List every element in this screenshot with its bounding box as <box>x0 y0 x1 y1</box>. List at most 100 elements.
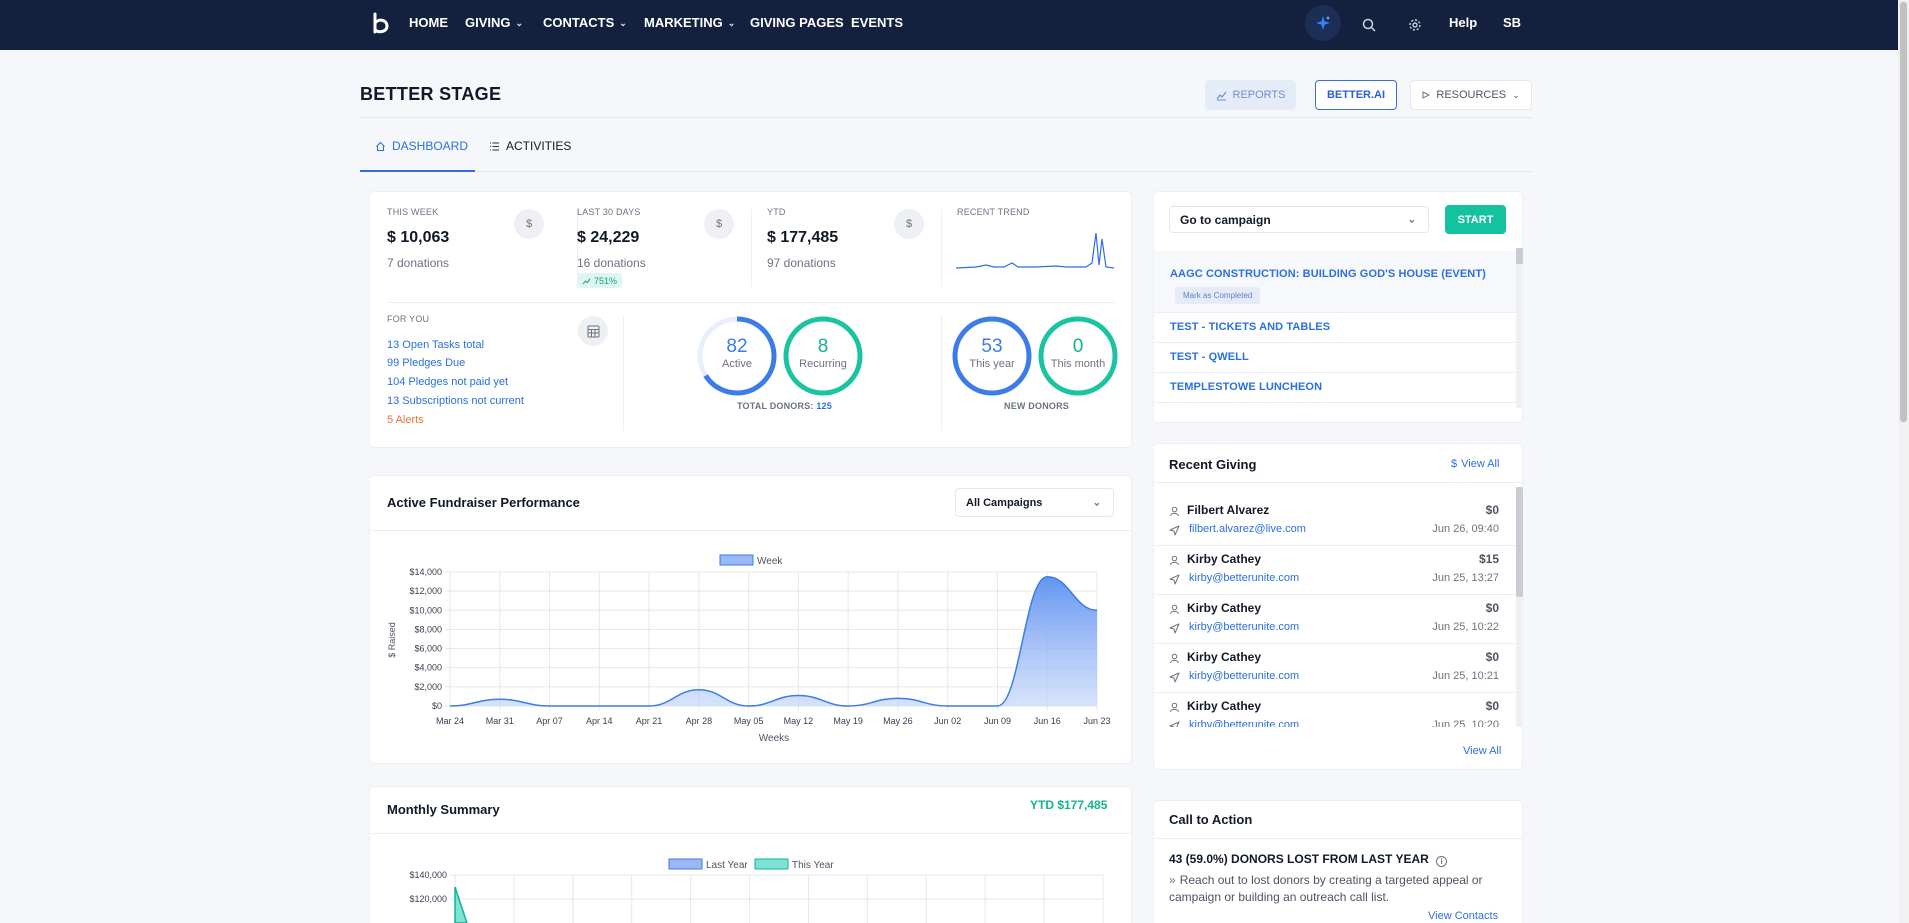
cta-headline-text: 43 (59.0%) DONORS LOST FROM LAST YEAR <box>1169 852 1429 866</box>
y-tick-label: $140,000 <box>409 870 447 880</box>
view-all-bottom-link[interactable]: View All <box>1463 745 1501 757</box>
send-icon <box>1169 623 1180 634</box>
y-tick-label: $14,000 <box>409 567 442 577</box>
chart-grid <box>445 571 1098 711</box>
x-tick-label: Mar 24 <box>436 716 464 726</box>
call-to-action-title: Call to Action <box>1169 812 1253 827</box>
donor-email[interactable]: kirby@betterunite.com <box>1189 670 1299 682</box>
x-tick-label: Apr 07 <box>536 716 563 726</box>
week-data-point[interactable] <box>598 705 600 707</box>
week-data-point[interactable] <box>648 705 650 707</box>
x-axis-ticks: Mar 24 Mar 31 Apr 07 Apr 14 Apr 21 Apr 28 May … <box>436 716 1111 726</box>
send-icon <box>1169 574 1180 585</box>
week-data-point[interactable] <box>797 694 799 696</box>
monthly-divider <box>370 833 1131 834</box>
gift-date: Jun 25, 13:27 <box>1432 572 1499 584</box>
donor-email[interactable]: kirby@betterunite.com <box>1189 572 1299 584</box>
giving-list-scrollbar[interactable] <box>1516 487 1523 727</box>
y-tick-label: $0 <box>432 701 442 711</box>
user-icon <box>1170 702 1179 713</box>
x-tick-label: Apr 28 <box>686 716 713 726</box>
legend-last-year-label: Last Year <box>706 860 748 871</box>
donor-name[interactable]: Filbert Alvarez <box>1187 503 1269 517</box>
x-tick-label: Jun 16 <box>1034 716 1061 726</box>
y-tick-label: $4,000 <box>414 663 442 673</box>
user-icon <box>1170 555 1179 566</box>
performance-divider <box>370 530 1131 531</box>
this-year-series-area[interactable] <box>454 886 468 923</box>
legend-week-label: Week <box>757 556 783 567</box>
donor-name[interactable]: Kirby Cathey <box>1187 552 1261 566</box>
giving-list-scrollbar-thumb[interactable] <box>1516 487 1523 597</box>
y-axis-title: $ Raised <box>387 622 397 658</box>
user-icon <box>1170 604 1179 615</box>
y-tick-label: $6,000 <box>414 644 442 654</box>
x-tick-label: May 12 <box>784 716 814 726</box>
week-data-point[interactable] <box>548 705 550 707</box>
week-data-point[interactable] <box>499 698 501 700</box>
gift-amount: $15 <box>1478 552 1499 566</box>
user-icon <box>1170 506 1179 517</box>
monthly-chart-grid: $140,000 $120,000 <box>409 870 1104 923</box>
week-data-point[interactable] <box>449 705 451 707</box>
week-data-point[interactable] <box>996 705 998 707</box>
x-tick-label: May 26 <box>883 716 913 726</box>
week-data-point[interactable] <box>747 705 749 707</box>
y-tick-label: $120,000 <box>409 894 447 904</box>
gift-amount: $0 <box>1485 650 1499 664</box>
monthly-ytd-total: YTD $177,485 <box>1030 798 1108 812</box>
campaign-filter-select[interactable]: All Campaigns ⌄ <box>955 488 1114 517</box>
chevron-down-icon: ⌄ <box>1092 497 1101 508</box>
week-data-point[interactable] <box>1046 576 1048 578</box>
week-data-point[interactable] <box>946 705 948 707</box>
y-tick-label: $8,000 <box>414 624 442 634</box>
monthly-chart: Last Year This Year $140,000 $120,000 <box>409 858 1104 923</box>
x-tick-label: May 19 <box>833 716 863 726</box>
cta-body: » Reach out to lost donors by creating a … <box>1169 872 1514 906</box>
legend-this-year-swatch[interactable] <box>754 858 789 870</box>
legend-this-year-label: This Year <box>792 860 834 871</box>
week-data-point[interactable] <box>847 705 849 707</box>
week-data-point[interactable] <box>897 697 899 699</box>
view-contacts-link[interactable]: View Contacts <box>1428 910 1498 922</box>
legend-week-swatch[interactable] <box>719 554 754 566</box>
legend-last-year-swatch[interactable] <box>668 858 703 870</box>
double-chevron-icon: » <box>1169 873 1176 887</box>
cta-divider <box>1154 838 1522 839</box>
donor-email[interactable]: kirby@betterunite.com <box>1189 719 1299 727</box>
x-tick-label: Apr 14 <box>586 716 613 726</box>
week-data-point[interactable] <box>1096 609 1098 611</box>
send-icon <box>1169 721 1180 727</box>
gift-amount: $0 <box>1485 601 1499 615</box>
gift-amount: $0 <box>1485 699 1499 713</box>
gift-date: Jun 25, 10:22 <box>1432 621 1499 633</box>
donor-email[interactable]: kirby@betterunite.com <box>1189 621 1299 633</box>
chart-series <box>449 576 1098 707</box>
cta-body-text: Reach out to lost donors by creating a t… <box>1169 873 1483 904</box>
y-tick-label: $2,000 <box>414 682 442 692</box>
send-icon <box>1169 672 1180 683</box>
giving-row-divider <box>1154 643 1516 644</box>
donor-name[interactable]: Kirby Cathey <box>1187 601 1261 615</box>
x-tick-label: Mar 31 <box>486 716 514 726</box>
x-tick-label: Jun 02 <box>934 716 961 726</box>
performance-chart: $14,000 $12,000 $10,000 $8,000 $6,000 $4,000 $… <box>387 554 1111 744</box>
gift-date: Jun 25, 10:21 <box>1432 670 1499 682</box>
y-axis-ticks: $14,000 $12,000 $10,000 $8,000 $6,000 $4,000 $… <box>409 567 442 711</box>
campaign-filter-value: All Campaigns <box>966 496 1043 509</box>
send-icon <box>1169 525 1180 536</box>
donor-name[interactable]: Kirby Cathey <box>1187 650 1261 664</box>
donor-email[interactable]: filbert.alvarez@live.com <box>1189 523 1306 535</box>
giving-row-divider <box>1154 545 1516 546</box>
gift-date: Jun 26, 09:40 <box>1432 523 1499 535</box>
giving-row-divider <box>1154 692 1516 693</box>
x-tick-label: Apr 21 <box>636 716 663 726</box>
donor-name[interactable]: Kirby Cathey <box>1187 699 1261 713</box>
info-icon[interactable]: i <box>1436 856 1448 867</box>
cta-headline: 43 (59.0%) DONORS LOST FROM LAST YEAR i <box>1169 852 1448 867</box>
gift-amount: $0 <box>1485 503 1499 517</box>
user-icon <box>1170 653 1179 664</box>
x-axis-title: Weeks <box>759 733 789 744</box>
week-data-point[interactable] <box>698 689 700 691</box>
y-tick-label: $12,000 <box>409 586 442 596</box>
